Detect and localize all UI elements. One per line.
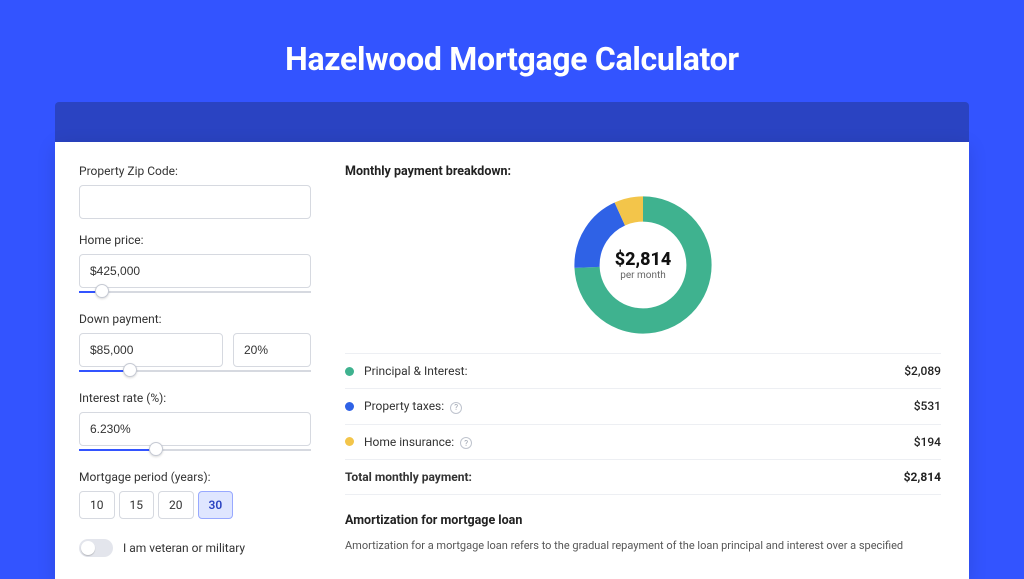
interest-slider[interactable] (79, 444, 311, 456)
amort-title: Amortization for mortgage loan (345, 513, 941, 528)
period-label: Mortgage period (years): (79, 470, 311, 484)
legend-row-principal: Principal & Interest: $2,089 (345, 354, 941, 389)
legend-value: $531 (914, 399, 941, 413)
amort-text: Amortization for a mortgage loan refers … (345, 538, 941, 555)
veteran-toggle[interactable] (79, 539, 113, 557)
legend-label: Principal & Interest: (364, 364, 468, 378)
down-payment-slider[interactable] (79, 365, 311, 377)
dot-icon (345, 437, 354, 446)
total-value: $2,814 (904, 470, 941, 484)
legend-value: $2,089 (904, 364, 941, 378)
dot-icon (345, 402, 354, 411)
dot-icon (345, 367, 354, 376)
period-pill-10[interactable]: 10 (79, 491, 115, 519)
donut-amount: $2,814 (615, 249, 672, 270)
legend-label: Home insurance: (364, 435, 454, 449)
down-payment-input[interactable] (79, 333, 223, 367)
header-stripe (55, 102, 969, 142)
legend: Principal & Interest: $2,089 Property ta… (345, 353, 941, 495)
period-pill-30[interactable]: 30 (198, 491, 234, 519)
legend-row-taxes: Property taxes:? $531 (345, 389, 941, 425)
calculator-card: Property Zip Code: Home price: Down paym… (55, 142, 969, 579)
interest-label: Interest rate (%): (79, 391, 311, 405)
interest-input[interactable] (79, 412, 311, 446)
home-price-label: Home price: (79, 233, 311, 247)
breakdown-title: Monthly payment breakdown: (345, 164, 941, 179)
legend-value: $194 (914, 435, 941, 449)
donut-sub: per month (620, 270, 666, 281)
home-price-input[interactable] (79, 254, 311, 288)
down-payment-label: Down payment: (79, 312, 311, 326)
legend-row-total: Total monthly payment: $2,814 (345, 460, 941, 495)
info-icon[interactable]: ? (450, 402, 462, 414)
period-pill-15[interactable]: 15 (119, 491, 155, 519)
legend-label: Property taxes: (364, 399, 444, 413)
period-pill-20[interactable]: 20 (158, 491, 194, 519)
donut-chart: $2,814 per month (573, 195, 713, 335)
zip-input[interactable] (79, 185, 311, 219)
info-icon[interactable]: ? (460, 437, 472, 449)
total-label: Total monthly payment: (345, 470, 904, 484)
zip-label: Property Zip Code: (79, 164, 311, 178)
down-payment-pct-input[interactable] (233, 333, 311, 367)
inputs-panel: Property Zip Code: Home price: Down paym… (55, 142, 335, 579)
page-title: Hazelwood Mortgage Calculator (0, 40, 1024, 78)
veteran-label: I am veteran or military (123, 541, 245, 555)
legend-row-insurance: Home insurance:? $194 (345, 425, 941, 461)
home-price-slider[interactable] (79, 286, 311, 298)
breakdown-panel: Monthly payment breakdown: $2,814 per mo… (335, 142, 969, 579)
period-pills: 10 15 20 30 (79, 491, 311, 519)
